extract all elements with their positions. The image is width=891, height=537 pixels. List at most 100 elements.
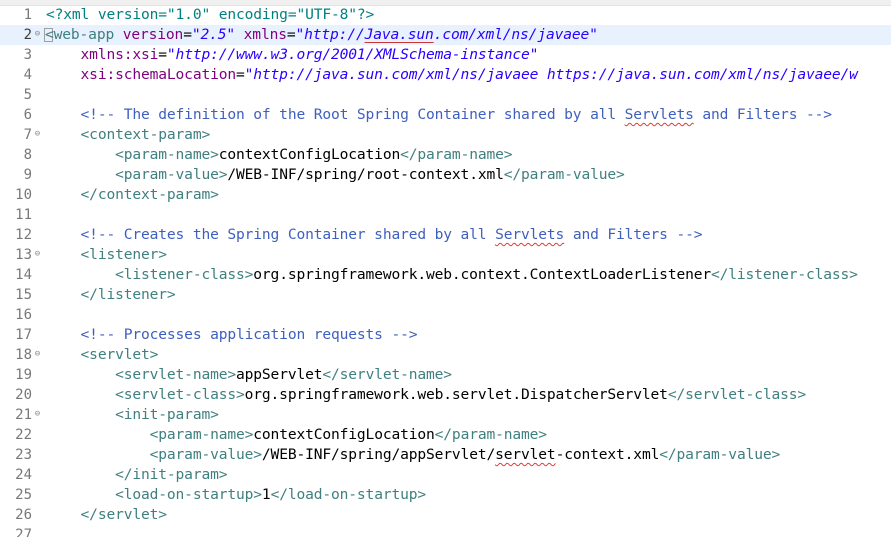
line-number: 15 xyxy=(15,287,32,303)
xml-text xyxy=(46,266,115,283)
code-line[interactable]: 16 xyxy=(0,305,891,325)
line-gutter: 4 xyxy=(0,65,44,85)
xml-tag: <listener-class> xyxy=(115,266,254,283)
line-gutter: 18 ⊖ xyxy=(0,345,44,365)
code-line[interactable]: 14 <listener-class>org.springframework.w… xyxy=(0,265,891,285)
code-text: <!-- The definition of the Root Spring C… xyxy=(46,105,833,125)
xml-text: -context.xml xyxy=(555,446,660,463)
code-line[interactable]: 21 ⊖ <init-param> xyxy=(0,405,891,425)
code-text: <load-on-startup>1</load-on-startup> xyxy=(46,485,426,505)
code-line[interactable]: 19 <servlet-name>appServlet</servlet-nam… xyxy=(0,365,891,385)
xml-tag: <param-name> xyxy=(149,426,254,443)
code-line[interactable]: 9 <param-value>/WEB-INF/spring/root-cont… xyxy=(0,165,891,185)
code-line[interactable]: 23 <param-value>/WEB-INF/spring/appServl… xyxy=(0,445,891,465)
xml-attribute-value: "http:// xyxy=(295,26,365,43)
xml-text xyxy=(46,446,150,463)
xml-tag: <context-param> xyxy=(80,126,211,143)
code-text: <listener> xyxy=(46,245,168,265)
code-line[interactable]: 26 </servlet> xyxy=(0,505,891,525)
xml-tag: </context-param> xyxy=(80,186,219,203)
line-gutter: 25 xyxy=(0,485,44,505)
code-line[interactable]: 13 ⊖ <listener> xyxy=(0,245,891,265)
xml-text xyxy=(46,386,115,403)
xml-comment: <!-- Processes application requests --> xyxy=(80,326,418,343)
line-number: 25 xyxy=(15,487,32,503)
fold-toggle-icon[interactable]: ⊖ xyxy=(33,130,42,139)
xml-attribute-value: "2.5" xyxy=(191,26,236,43)
code-text: <listener-class>org.springframework.web.… xyxy=(46,265,858,285)
line-number: 13 xyxy=(15,247,32,263)
code-text: <init-param> xyxy=(46,405,219,425)
xml-tag: <param-name> xyxy=(115,146,219,163)
code-line[interactable]: 18 ⊖ <servlet> xyxy=(0,345,891,365)
xml-comment: and Filters --> xyxy=(693,106,832,123)
code-text: </listener> xyxy=(46,285,176,305)
xml-attribute-name: xsi:schemaLocation xyxy=(80,66,237,83)
xml-tag: </listener> xyxy=(80,286,176,303)
line-gutter: 6 xyxy=(0,105,44,125)
xml-tag: <param-value> xyxy=(115,166,228,183)
line-gutter: 21 ⊖ xyxy=(0,405,44,425)
xml-attribute-value: .com/xml/ns/javaee" xyxy=(433,26,598,43)
line-number: 14 xyxy=(15,267,32,283)
line-number: 12 xyxy=(15,227,32,243)
code-line[interactable]: 1 <?xml version="1.0" encoding="UTF-8"?> xyxy=(0,5,891,25)
xml-text xyxy=(46,166,115,183)
code-line[interactable]: 8 <param-name>contextConfigLocation</par… xyxy=(0,145,891,165)
code-line[interactable]: 11 xyxy=(0,205,891,225)
xml-attribute-name: version xyxy=(122,26,184,43)
code-text: xsi:schemaLocation="http://java.sun.com/… xyxy=(46,65,858,85)
code-text: xmlns:xsi="http://www.w3.org/2001/XMLSch… xyxy=(46,45,539,65)
code-line[interactable]: 6 <!-- The definition of the Root Spring… xyxy=(0,105,891,125)
fold-toggle-icon[interactable]: ⊖ xyxy=(33,350,42,359)
code-text: </init-param> xyxy=(46,465,227,485)
code-line[interactable]: 7 ⊖ <context-param> xyxy=(0,125,891,145)
xml-source-editor[interactable]: 1 <?xml version="1.0" encoding="UTF-8"?> 2… xyxy=(0,5,891,537)
code-line[interactable]: 25 <load-on-startup>1</load-on-startup> xyxy=(0,485,891,505)
code-line[interactable]: 27 xyxy=(0,525,891,537)
xml-text: org.springframework.web.context.ContextL… xyxy=(253,266,711,283)
code-line[interactable]: 15 </listener> xyxy=(0,285,891,305)
line-number: 10 xyxy=(15,187,32,203)
xml-tag: </servlet-class> xyxy=(667,386,807,403)
spelling-error-word: servlet xyxy=(495,446,556,463)
code-line[interactable]: 17 <!-- Processes application requests -… xyxy=(0,325,891,345)
code-text: <context-param> xyxy=(46,125,211,145)
line-gutter: 24 xyxy=(0,465,44,485)
fold-toggle-icon[interactable]: ⊖ xyxy=(33,410,42,419)
fold-toggle-icon[interactable]: ⊖ xyxy=(33,250,42,259)
code-line[interactable]: 2 ⊖ <web-app version="2.5" xmlns="http://J… xyxy=(0,25,891,45)
line-number: 5 xyxy=(23,87,32,103)
line-gutter: 19 xyxy=(0,365,44,385)
code-text: <param-value>/WEB-INF/spring/appServlet/… xyxy=(46,445,781,465)
line-number: 9 xyxy=(23,167,32,183)
fold-toggle-icon[interactable]: ⊖ xyxy=(33,30,42,39)
xml-tag: </param-name> xyxy=(400,146,513,163)
xml-comment: <!-- The definition of the Root Spring C… xyxy=(80,106,625,123)
code-line[interactable]: 10 </context-param> xyxy=(0,185,891,205)
xml-text xyxy=(46,186,81,203)
line-number: 22 xyxy=(15,427,32,443)
code-line[interactable]: 20 <servlet-class>org.springframework.we… xyxy=(0,385,891,405)
xml-text xyxy=(46,46,81,63)
line-gutter: 15 xyxy=(0,285,44,305)
code-line[interactable]: 24 </init-param> xyxy=(0,465,891,485)
xml-text xyxy=(46,126,81,143)
xml-attribute-name: xmlns:xsi xyxy=(80,46,159,63)
code-line[interactable]: 5 xyxy=(0,85,891,105)
code-line[interactable]: 3 xmlns:xsi="http://www.w3.org/2001/XMLS… xyxy=(0,45,891,65)
line-gutter: 17 xyxy=(0,325,44,345)
xml-tag: </param-name> xyxy=(434,426,547,443)
xml-text xyxy=(46,226,81,243)
code-line[interactable]: 22 <param-name>contextConfigLocation</pa… xyxy=(0,425,891,445)
xml-text xyxy=(46,506,81,523)
code-line[interactable]: 12 <!-- Creates the Spring Container sha… xyxy=(0,225,891,245)
xml-tag: <servlet-class> xyxy=(115,386,245,403)
xml-comment: <!-- Creates the Spring Container shared… xyxy=(80,226,496,243)
line-number: 26 xyxy=(15,507,32,523)
xml-comment: and Filters --> xyxy=(564,226,703,243)
xml-tag: </servlet> xyxy=(80,506,168,523)
xml-attribute-value: "http://www.w3.org/2001/XMLSchema-instan… xyxy=(166,46,539,63)
code-line[interactable]: 4 xsi:schemaLocation="http://java.sun.co… xyxy=(0,65,891,85)
line-number: 7 xyxy=(23,127,32,143)
